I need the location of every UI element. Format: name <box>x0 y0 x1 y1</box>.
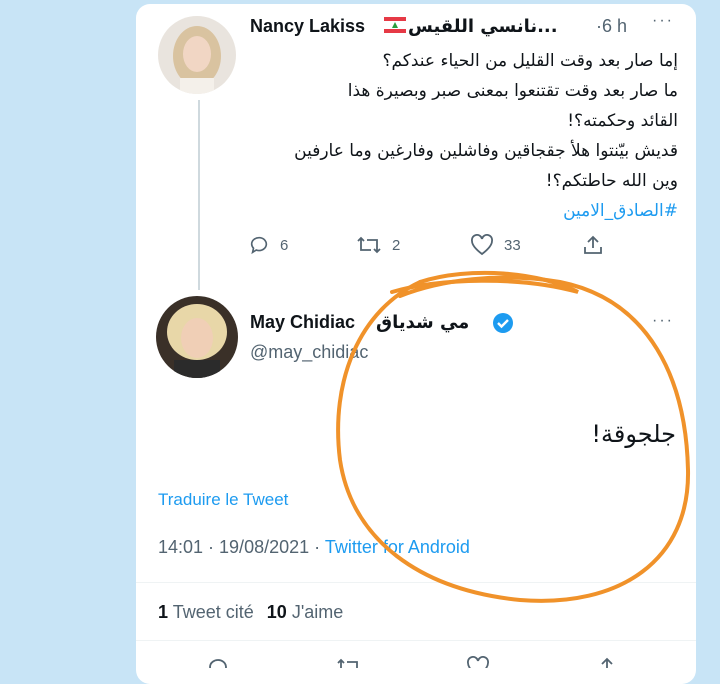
orange-circle-annotation <box>336 270 691 603</box>
